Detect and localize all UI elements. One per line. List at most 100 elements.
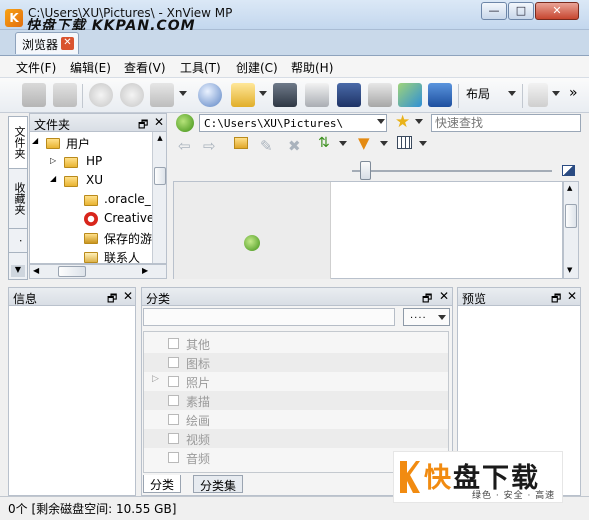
rotate-left-icon[interactable]: [89, 83, 113, 107]
close-button[interactable]: ✕: [535, 2, 579, 20]
maximize-button[interactable]: □: [508, 2, 534, 20]
rename-icon[interactable]: ✎: [260, 137, 273, 155]
binoculars-icon[interactable]: [273, 83, 297, 107]
close-icon[interactable]: ✕: [123, 289, 133, 303]
category-checkbox[interactable]: [168, 395, 179, 406]
fullscreen-icon[interactable]: [53, 83, 77, 107]
delete-icon[interactable]: ✖: [288, 137, 301, 155]
parent-folder-icon: [244, 235, 260, 251]
scroll-up-icon[interactable]: ▲: [567, 184, 572, 192]
category-item[interactable]: 绘画: [144, 410, 448, 429]
zoom-toggle-icon[interactable]: [562, 165, 575, 176]
thumbnail-size-track[interactable]: [352, 170, 552, 172]
scroll-down-icon[interactable]: ▼: [567, 266, 572, 274]
category-checkbox[interactable]: [168, 433, 179, 444]
transform-dropdown-icon[interactable]: [179, 91, 187, 96]
tab-browser[interactable]: 浏览器 ✕: [15, 32, 79, 54]
sort-dropdown-icon[interactable]: [339, 141, 347, 146]
menu-file[interactable]: 文件(F): [16, 59, 56, 76]
scroll-thumb[interactable]: [154, 167, 166, 185]
info-icon[interactable]: [198, 83, 222, 107]
category-item[interactable]: 视频: [144, 429, 448, 448]
camera-capture-icon[interactable]: [428, 83, 452, 107]
sort-icon[interactable]: ⇅: [318, 135, 330, 151]
toolbar-overflow-icon[interactable]: »: [569, 85, 578, 101]
collapse-icon[interactable]: ◢: [32, 136, 38, 145]
quick-search-input[interactable]: [431, 114, 581, 132]
category-panel-title: 分类: [146, 292, 171, 306]
close-icon[interactable]: ✕: [567, 289, 577, 303]
toolbar-separator: [522, 84, 523, 108]
filter-dropdown-icon[interactable]: [380, 141, 388, 146]
layout-button[interactable]: 布局: [466, 85, 490, 102]
thumbnail-item[interactable]: [174, 182, 331, 279]
vtab-folders[interactable]: 文件夹: [9, 117, 27, 169]
menu-edit[interactable]: 编辑(E): [70, 59, 111, 76]
category-checkbox[interactable]: [168, 376, 179, 387]
folder-icon: [46, 138, 60, 149]
close-icon[interactable]: ✕: [154, 115, 164, 129]
expand-icon[interactable]: ▷: [152, 374, 159, 384]
close-icon[interactable]: ✕: [439, 289, 449, 303]
vtab-favorites[interactable]: 收藏夹: [9, 169, 27, 229]
open-dropdown-icon[interactable]: [259, 91, 267, 96]
tab-close-icon[interactable]: ✕: [61, 37, 74, 50]
category-checkbox[interactable]: [168, 357, 179, 368]
scroll-up-icon[interactable]: ▲: [155, 134, 165, 144]
menu-view[interactable]: 查看(V): [124, 59, 166, 76]
slideshow-icon[interactable]: [398, 83, 422, 107]
go-up-icon[interactable]: [176, 114, 194, 132]
menu-create[interactable]: 创建(C): [236, 59, 278, 76]
view-mode-icon[interactable]: [397, 136, 412, 149]
folder-icon: [84, 195, 98, 206]
minimize-button[interactable]: —: [481, 2, 507, 20]
vtab-more[interactable]: ·: [9, 229, 27, 253]
expand-icon[interactable]: ▷: [50, 156, 56, 165]
back-icon[interactable]: ⇦: [178, 137, 191, 155]
camera-icon[interactable]: [22, 83, 46, 107]
collapse-icon[interactable]: ◢: [50, 174, 56, 183]
open-folder-icon[interactable]: [231, 83, 255, 107]
scroll-thumb[interactable]: [565, 204, 577, 228]
tab-categories[interactable]: 分类: [143, 475, 182, 493]
contacts-icon: [84, 252, 98, 263]
forward-icon[interactable]: ⇨: [203, 137, 216, 155]
favorite-dropdown-icon[interactable]: [415, 119, 423, 124]
category-item[interactable]: 素描: [144, 391, 448, 410]
view-mode-dropdown-icon[interactable]: [419, 141, 427, 146]
browser-scrollbar[interactable]: ▲ ▼: [563, 181, 579, 279]
page-icon[interactable]: [528, 83, 548, 107]
thumbnail-size-slider[interactable]: [360, 161, 371, 180]
tab-category-sets[interactable]: 分类集: [193, 475, 244, 493]
scroll-left-icon[interactable]: ◀: [33, 266, 39, 275]
category-item[interactable]: ▷ 照片: [144, 372, 448, 391]
tree-hscrollbar[interactable]: ◀ ▶: [29, 264, 167, 279]
transform-icon[interactable]: [150, 83, 174, 107]
menu-tools[interactable]: 工具(T): [180, 59, 221, 76]
rotate-right-icon[interactable]: [120, 83, 144, 107]
category-label: 素描: [186, 395, 211, 409]
category-item[interactable]: 其他: [144, 334, 448, 353]
favorite-star-icon[interactable]: ★: [395, 112, 410, 132]
scanner-icon[interactable]: [337, 83, 361, 107]
new-folder-icon[interactable]: [234, 137, 248, 149]
hscroll-thumb[interactable]: [58, 266, 86, 277]
address-dropdown-icon[interactable]: [377, 119, 385, 124]
address-field[interactable]: C:\Users\XU\Pictures\: [199, 114, 387, 132]
vtab-scroll-down-icon[interactable]: ▼: [11, 265, 25, 277]
category-search-input[interactable]: [143, 308, 395, 326]
filter-icon[interactable]: ▼: [358, 134, 370, 152]
category-item[interactable]: 图标: [144, 353, 448, 372]
page-dropdown-icon[interactable]: [552, 91, 560, 96]
category-options-dropdown[interactable]: ....: [403, 308, 450, 326]
category-checkbox[interactable]: [168, 338, 179, 349]
menu-help[interactable]: 帮助(H): [291, 59, 333, 76]
info-panel-header: 信息 🗗 ✕: [8, 287, 136, 306]
print-icon[interactable]: [305, 83, 329, 107]
scroll-right-icon[interactable]: ▶: [142, 266, 148, 275]
category-checkbox[interactable]: [168, 452, 179, 463]
convert-icon[interactable]: [368, 83, 392, 107]
tree-scrollbar[interactable]: ▲: [152, 132, 166, 263]
layout-dropdown-icon[interactable]: [508, 91, 516, 96]
category-checkbox[interactable]: [168, 414, 179, 425]
